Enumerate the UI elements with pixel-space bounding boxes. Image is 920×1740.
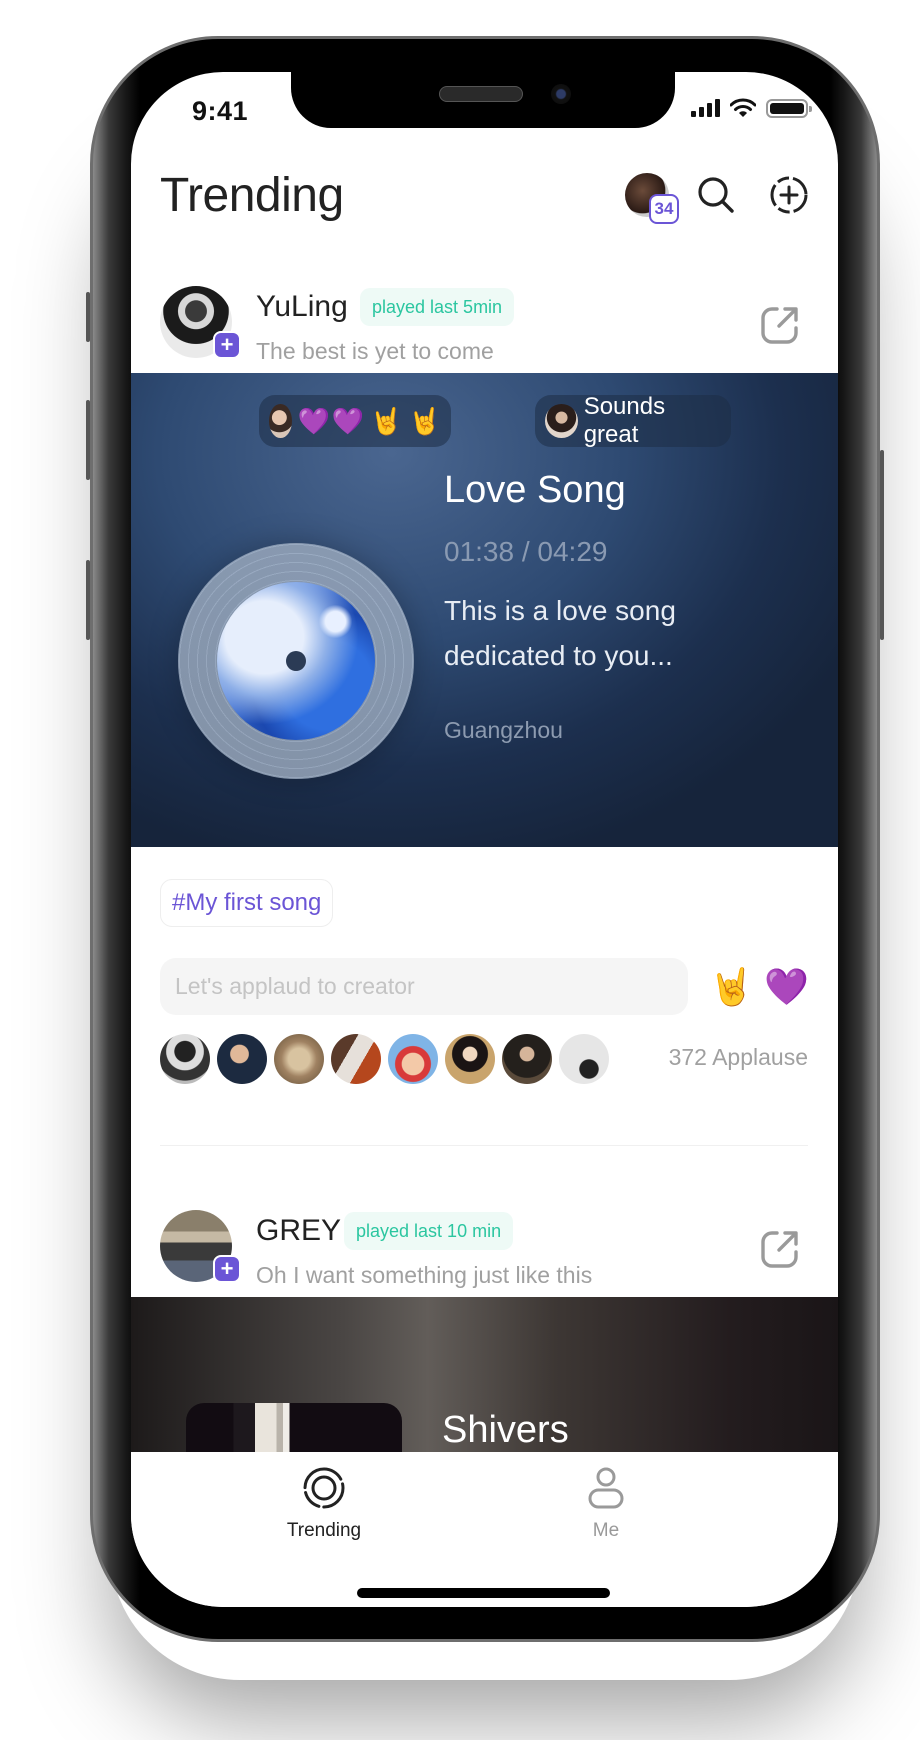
notch (291, 72, 675, 128)
played-badge: played last 10 min (344, 1212, 514, 1250)
trending-ring-icon (303, 1467, 345, 1509)
wifi-icon (730, 98, 756, 117)
share-icon[interactable] (759, 304, 801, 346)
tab-me[interactable]: Me (531, 1466, 681, 1542)
user-name[interactable]: YuLing (256, 290, 348, 324)
reaction-pill: 💜 💜 🤘 🤘 (259, 395, 451, 447)
post-divider (160, 1145, 808, 1146)
fan-avatar[interactable] (217, 1034, 267, 1084)
song-card-love-song[interactable]: 💜 💜 🤘 🤘 Sounds great Love Song 01:38 / 0… (131, 373, 838, 847)
user-status: The best is yet to come (256, 338, 494, 364)
tab-trending[interactable]: Trending (249, 1466, 399, 1542)
speaker-grille (439, 86, 523, 102)
follow-button[interactable]: + (213, 1255, 241, 1283)
purple-heart-icon[interactable]: 💜 (764, 962, 809, 1012)
purple-heart-icon: 💜 (331, 406, 365, 436)
song-card-shivers[interactable]: Shivers (131, 1297, 838, 1457)
page-title: Trending (160, 169, 344, 222)
fan-avatar[interactable] (274, 1034, 324, 1084)
played-badge: played last 5min (360, 288, 515, 326)
applause-count[interactable]: 372 Applause (669, 1044, 808, 1071)
status-icons (691, 98, 812, 118)
silent-switch (86, 292, 90, 342)
post-header-grey: + GREY played last 10 min Oh I want some… (131, 1210, 838, 1300)
share-icon[interactable] (759, 1228, 801, 1270)
song-title: Love Song (444, 469, 626, 511)
tab-label: Trending (286, 1520, 362, 1541)
fan-avatar[interactable] (160, 1034, 210, 1084)
comment-pill: Sounds great (535, 393, 731, 448)
purple-heart-icon: 💜 (297, 406, 330, 436)
front-camera (551, 84, 571, 104)
comment-text: Sounds great (583, 393, 666, 448)
vinyl-disc[interactable] (178, 543, 414, 779)
add-circle-icon[interactable] (768, 174, 810, 216)
signal-icon (691, 99, 720, 117)
post-header-yuling: + YuLing played last 5min The best is ye… (131, 286, 838, 376)
tab-bar: Trending Me (131, 1452, 838, 1607)
volume-up-button (86, 400, 90, 480)
applause-avatars (160, 1034, 609, 1084)
volume-down-button (86, 560, 90, 640)
power-button (880, 450, 884, 640)
fan-avatar[interactable] (331, 1034, 381, 1084)
hashtag-chip[interactable]: #My first song (160, 879, 334, 927)
search-icon[interactable] (695, 174, 737, 216)
disc-hole (286, 651, 306, 671)
rock-hand-icon: 🤘 (370, 406, 403, 436)
applaud-input[interactable] (160, 958, 688, 1015)
fan-avatar[interactable] (388, 1034, 438, 1084)
album-cover (186, 1403, 402, 1457)
song-location: Guangzhou (444, 717, 563, 743)
battery-icon (766, 98, 812, 118)
song-description: This is a love song dedicated to you... (444, 595, 676, 671)
song-progress: 01:38 / 04:29 (444, 536, 608, 567)
rock-hand-icon[interactable]: 🤘 (709, 962, 754, 1012)
person-icon (588, 1467, 624, 1509)
fan-avatar[interactable] (502, 1034, 552, 1084)
home-indicator[interactable] (357, 1588, 610, 1598)
user-status: Oh I want something just like this (256, 1262, 593, 1288)
fan-avatar[interactable] (559, 1034, 609, 1084)
follow-button[interactable]: + (213, 331, 241, 359)
rock-hand-icon: 🤘 (408, 406, 441, 436)
commenter-avatar (545, 404, 578, 438)
song-title: Shivers (442, 1409, 569, 1451)
notification-count-badge[interactable]: 34 (649, 194, 679, 224)
status-time: 9:41 (192, 96, 249, 126)
reactor-avatar (269, 404, 292, 438)
tab-label: Me (592, 1520, 620, 1541)
fan-avatar[interactable] (445, 1034, 495, 1084)
screen: 9:41 Trending 34 + YuLing played last 5m… (131, 72, 838, 1607)
user-name[interactable]: GREY (256, 1214, 341, 1248)
